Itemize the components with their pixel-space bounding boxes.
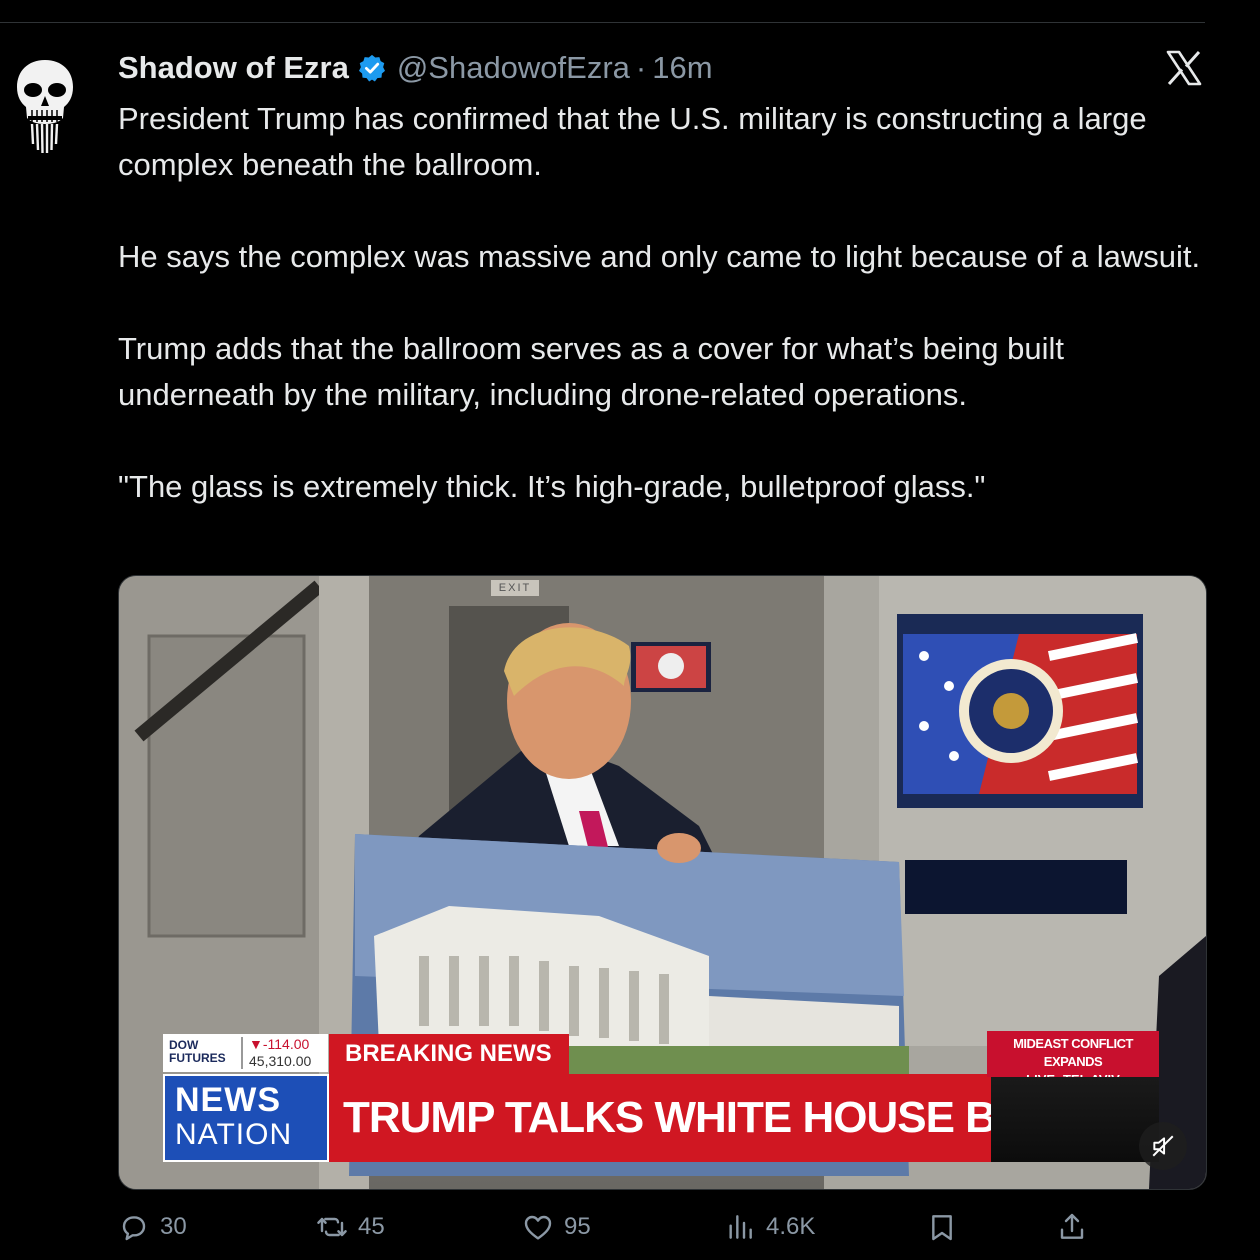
- like-icon: [524, 1215, 552, 1240]
- ticker-label: DOW FUTURES: [163, 1034, 241, 1072]
- breaking-news-banner: BREAKING NEWS: [329, 1034, 569, 1074]
- bookmark-icon: [932, 1215, 952, 1241]
- bookmark-button[interactable]: [926, 1204, 968, 1250]
- side-banner: MIDEAST CONFLICT EXPANDS LIVE: TEL AVIV: [987, 1031, 1159, 1087]
- views-button[interactable]: 4.6K: [724, 1204, 815, 1250]
- reply-button[interactable]: 30: [118, 1204, 187, 1250]
- like-button[interactable]: 95: [522, 1204, 591, 1250]
- repost-button[interactable]: 45: [316, 1204, 385, 1250]
- views-icon: [729, 1215, 752, 1239]
- tweet-text: President Trump has confirmed that the U…: [118, 96, 1208, 556]
- separator-dot: ·: [635, 50, 647, 85]
- x-logo-icon[interactable]: [1164, 48, 1204, 88]
- logo-news-text: NEWS: [175, 1081, 281, 1119]
- avatar[interactable]: [14, 58, 76, 154]
- newsnation-logo: NEWS NATION: [163, 1074, 329, 1162]
- logo-nation-text: NATION: [175, 1118, 293, 1151]
- exit-sign: EXIT: [491, 580, 539, 596]
- reply-icon: [122, 1216, 146, 1241]
- author-handle[interactable]: @ShadowofEzra: [397, 50, 630, 86]
- tweet-paragraph: President Trump has confirmed that the U…: [118, 101, 1147, 182]
- tweet-paragraph: He says the complex was massive and only…: [118, 239, 1201, 274]
- top-divider: [0, 22, 1205, 23]
- author-name[interactable]: Shadow of Ezra: [118, 50, 349, 86]
- reply-count: 30: [160, 1213, 187, 1240]
- dow-futures-ticker: DOW FUTURES ▼-114.00 45,310.00: [163, 1034, 328, 1072]
- tweet-header: Shadow of Ezra @ShadowofEzra · 16m: [118, 46, 713, 90]
- video-player[interactable]: EXIT DOW FUTURES ▼-114.00 45,310.00 BREA…: [118, 575, 1207, 1190]
- share-button[interactable]: [1056, 1204, 1098, 1250]
- mute-icon: [1152, 1135, 1174, 1157]
- side-banner-line: MIDEAST CONFLICT EXPANDS: [1013, 1036, 1133, 1069]
- like-count: 95: [564, 1213, 591, 1240]
- live-feed-thumbnail: [991, 1077, 1159, 1162]
- timestamp[interactable]: 16m: [652, 50, 712, 86]
- ticker-values: ▼-114.00 45,310.00: [243, 1034, 311, 1072]
- ticker-value: 45,310.00: [249, 1053, 312, 1069]
- mute-button[interactable]: [1139, 1122, 1187, 1170]
- ticker-label-line: FUTURES: [169, 1051, 226, 1065]
- verified-badge-icon[interactable]: [357, 53, 387, 83]
- news-headline: TRUMP TALKS WHITE HOUSE BALLROOM: [329, 1074, 991, 1162]
- view-count: 4.6K: [766, 1213, 816, 1240]
- repost-icon: [317, 1217, 347, 1237]
- ticker-change: ▼-114.00: [249, 1036, 310, 1052]
- repost-count: 45: [358, 1213, 385, 1240]
- share-icon: [1060, 1213, 1084, 1239]
- action-bar: 30 45 95 4.6K: [118, 1204, 1208, 1250]
- tweet-paragraph: "The glass is extremely thick. It’s high…: [118, 469, 986, 504]
- tweet-paragraph: Trump adds that the ballroom serves as a…: [118, 331, 1064, 412]
- punisher-skull-avatar: [17, 60, 73, 154]
